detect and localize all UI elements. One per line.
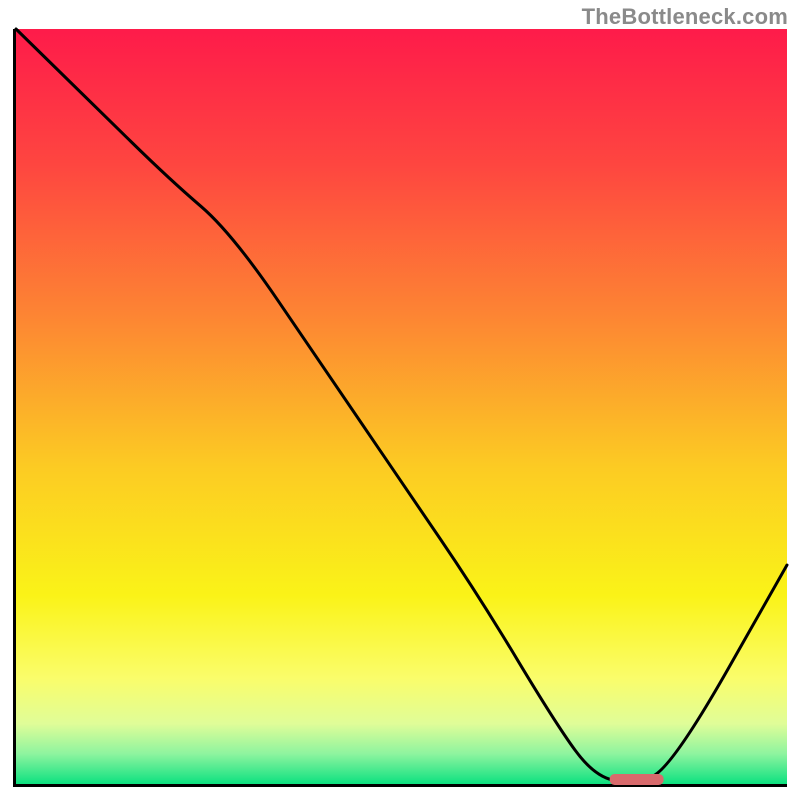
- plot-svg: [16, 29, 787, 784]
- chart-stage: TheBottleneck.com: [0, 0, 800, 800]
- watermark-text: TheBottleneck.com: [582, 4, 788, 30]
- optimum-marker: [610, 774, 664, 785]
